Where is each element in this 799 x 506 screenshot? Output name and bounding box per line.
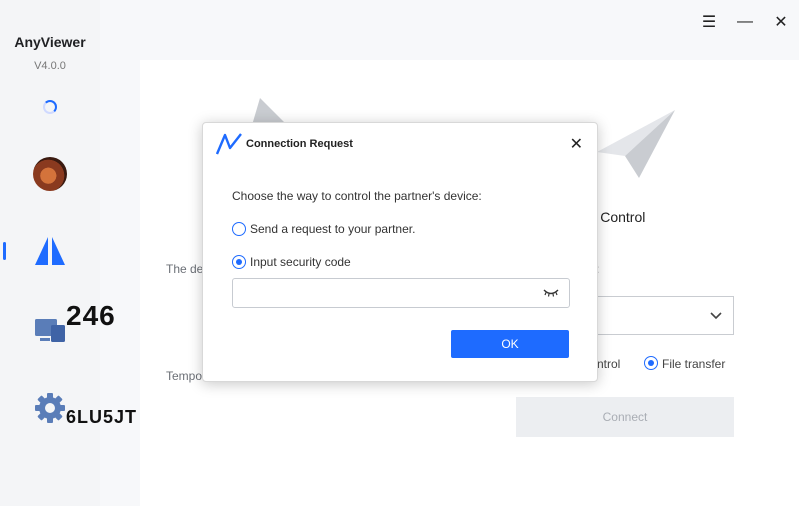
partner-id-select[interactable] bbox=[597, 296, 734, 335]
menu-icon[interactable]: ☰ bbox=[691, 0, 727, 44]
anyviewer-logo-icon bbox=[216, 133, 242, 155]
window-controls: ☰ — ✕ bbox=[691, 0, 799, 44]
connect-button[interactable]: Connect bbox=[516, 397, 734, 437]
temp-code-label: Tempo bbox=[166, 369, 203, 383]
temp-code-value: 6LU5JT bbox=[66, 407, 138, 427]
avatar[interactable] bbox=[33, 157, 67, 191]
app-window: AnyViewer V4.0.0 ☰ — ✕ The de 246 Tempo … bbox=[0, 0, 799, 506]
device-id-label: The de bbox=[166, 262, 204, 276]
sidebar-item-devices[interactable] bbox=[33, 316, 67, 344]
paper-plane-right-icon bbox=[597, 110, 675, 178]
remote-control-option-label[interactable]: ntrol bbox=[597, 357, 620, 371]
sidebar: AnyViewer V4.0.0 bbox=[0, 0, 100, 506]
gear-icon bbox=[35, 393, 65, 423]
chevron-down-icon bbox=[710, 312, 722, 320]
send-request-label[interactable]: Send a request to your partner. bbox=[250, 222, 415, 236]
hide-password-icon[interactable] bbox=[543, 288, 559, 298]
app-version: V4.0.0 bbox=[34, 60, 66, 72]
loading-spinner-icon bbox=[43, 100, 57, 114]
connection-request-dialog: Connection Request ✕ Choose the way to c… bbox=[202, 122, 598, 382]
ok-button[interactable]: OK bbox=[451, 330, 569, 358]
devices-icon bbox=[35, 319, 65, 342]
minimize-icon[interactable]: — bbox=[727, 0, 763, 44]
sidebar-item-remote-control[interactable] bbox=[33, 236, 67, 266]
file-transfer-radio[interactable] bbox=[644, 356, 658, 370]
device-id-value: 246 bbox=[66, 300, 116, 331]
active-nav-indicator bbox=[3, 242, 6, 260]
send-request-radio[interactable] bbox=[232, 222, 246, 236]
security-code-input[interactable] bbox=[232, 278, 570, 308]
sidebar-item-settings[interactable] bbox=[33, 392, 67, 424]
dialog-title: Connection Request bbox=[246, 138, 353, 150]
app-name: AnyViewer bbox=[14, 34, 86, 50]
security-code-label[interactable]: Input security code bbox=[250, 255, 351, 269]
close-icon[interactable]: ✕ bbox=[763, 0, 799, 44]
security-code-radio[interactable] bbox=[232, 255, 246, 269]
dialog-prompt: Choose the way to control the partner's … bbox=[232, 189, 482, 203]
file-transfer-label[interactable]: File transfer bbox=[662, 357, 725, 371]
anyviewer-logo-icon bbox=[35, 237, 65, 265]
dialog-close-icon[interactable]: ✕ bbox=[570, 134, 583, 154]
